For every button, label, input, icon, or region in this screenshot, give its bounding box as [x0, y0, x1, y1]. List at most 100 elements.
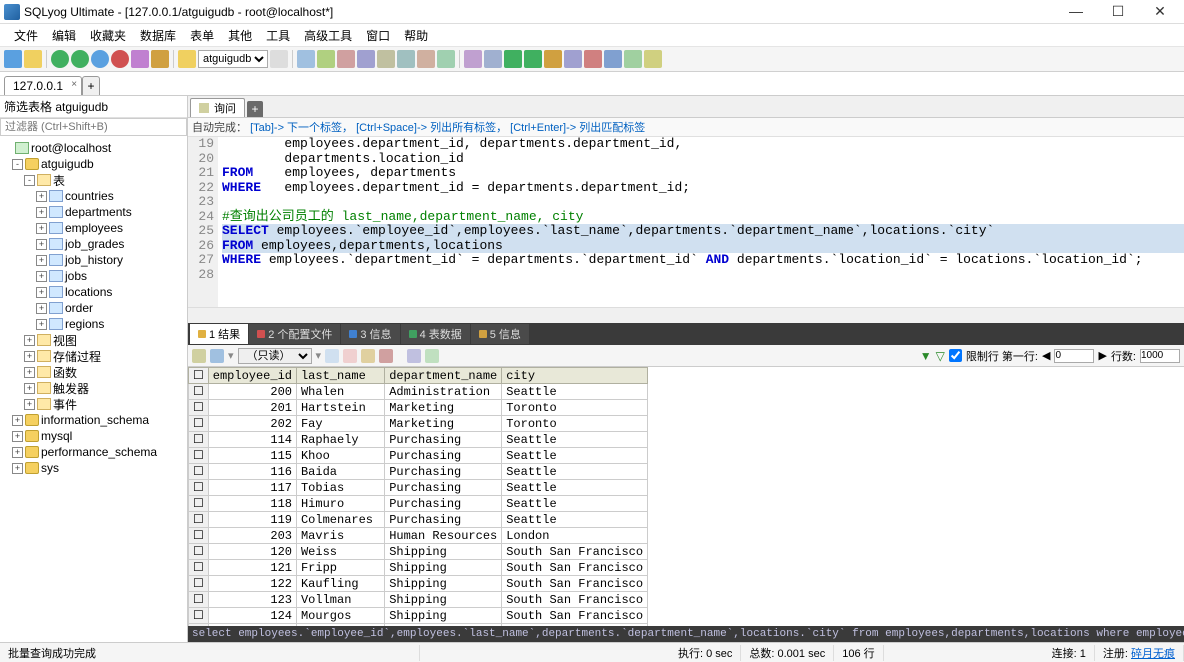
cell[interactable]: 116: [208, 464, 296, 480]
cell[interactable]: South San Francisco: [502, 608, 648, 624]
execute-icon[interactable]: [51, 50, 69, 68]
cell[interactable]: Himuro: [296, 496, 384, 512]
menu-帮助[interactable]: 帮助: [404, 27, 428, 44]
cell[interactable]: Hartstein: [296, 400, 384, 416]
cell[interactable]: Marketing: [385, 400, 502, 416]
tree-folder-存储过程[interactable]: +存储过程: [0, 348, 187, 364]
cell[interactable]: Seattle: [502, 512, 648, 528]
menu-窗口[interactable]: 窗口: [366, 27, 390, 44]
row-checkbox[interactable]: ☐: [189, 528, 209, 544]
tool-icon-16[interactable]: [564, 50, 582, 68]
filter-clear-icon[interactable]: ▽: [936, 349, 945, 363]
registration-link[interactable]: 碎月无痕: [1131, 648, 1175, 660]
tree-table-regions[interactable]: +regions: [0, 316, 187, 332]
tool-icon-19[interactable]: [624, 50, 642, 68]
expand-icon[interactable]: +: [36, 319, 47, 330]
row-checkbox[interactable]: ☐: [189, 560, 209, 576]
table-row[interactable]: ☐118HimuroPurchasingSeattle: [189, 496, 648, 512]
tool-icon-2[interactable]: [151, 50, 169, 68]
cell[interactable]: 124: [208, 608, 296, 624]
result-tab[interactable]: 1 结果: [190, 324, 248, 344]
cell[interactable]: South San Francisco: [502, 592, 648, 608]
minimize-button[interactable]: —: [1064, 3, 1088, 20]
table-row[interactable]: ☐120WeissShippingSouth San Francisco: [189, 544, 648, 560]
add-query-tab[interactable]: +: [247, 101, 263, 117]
first-row-input[interactable]: [1054, 349, 1094, 363]
tree-folder-视图[interactable]: +视图: [0, 332, 187, 348]
tree-db-information_schema[interactable]: +information_schema: [0, 412, 187, 428]
row-checkbox[interactable]: ☐: [189, 576, 209, 592]
table-row[interactable]: ☐124MourgosShippingSouth San Francisco: [189, 608, 648, 624]
cell[interactable]: Seattle: [502, 496, 648, 512]
execute-all-icon[interactable]: [71, 50, 89, 68]
connection-tab[interactable]: 127.0.0.1 ×: [4, 76, 82, 95]
column-header[interactable]: department_name: [385, 368, 502, 384]
cell[interactable]: Administration: [385, 384, 502, 400]
readonly-selector[interactable]: （只读）: [238, 348, 312, 364]
menu-编辑[interactable]: 编辑: [52, 27, 76, 44]
tree-folder-函数[interactable]: +函数: [0, 364, 187, 380]
cell[interactable]: 117: [208, 480, 296, 496]
tree-folder-触发器[interactable]: +触发器: [0, 380, 187, 396]
cell[interactable]: Shipping: [385, 576, 502, 592]
tool-icon-12[interactable]: [484, 50, 502, 68]
column-header[interactable]: last_name: [296, 368, 384, 384]
cell[interactable]: Fripp: [296, 560, 384, 576]
add-connection-tab[interactable]: +: [82, 76, 100, 95]
tool-icon-8[interactable]: [397, 50, 415, 68]
delete-icon[interactable]: [379, 349, 393, 363]
cell[interactable]: Seattle: [502, 432, 648, 448]
table-row[interactable]: ☐201HartsteinMarketingToronto: [189, 400, 648, 416]
cell[interactable]: Purchasing: [385, 512, 502, 528]
cell[interactable]: Seattle: [502, 384, 648, 400]
table-row[interactable]: ☐122KauflingShippingSouth San Francisco: [189, 576, 648, 592]
tool-icon-3[interactable]: [297, 50, 315, 68]
cell[interactable]: Shipping: [385, 592, 502, 608]
table-row[interactable]: ☐121FrippShippingSouth San Francisco: [189, 560, 648, 576]
cell[interactable]: 202: [208, 416, 296, 432]
refresh-icon[interactable]: [91, 50, 109, 68]
rows-input[interactable]: [1140, 349, 1180, 363]
cell[interactable]: Purchasing: [385, 496, 502, 512]
cell[interactable]: Tobias: [296, 480, 384, 496]
tool-icon-5[interactable]: [337, 50, 355, 68]
tree-table-job_grades[interactable]: +job_grades: [0, 236, 187, 252]
cell[interactable]: Raphaely: [296, 432, 384, 448]
menu-工具[interactable]: 工具: [266, 27, 290, 44]
expand-icon[interactable]: +: [24, 351, 35, 362]
expand-icon[interactable]: +: [24, 367, 35, 378]
cell[interactable]: 121: [208, 560, 296, 576]
grid-icon[interactable]: [192, 349, 206, 363]
row-checkbox[interactable]: ☐: [189, 416, 209, 432]
cell[interactable]: London: [502, 528, 648, 544]
result-grid[interactable]: ☐employee_idlast_namedepartment_namecity…: [188, 367, 648, 626]
expand-icon[interactable]: +: [36, 239, 47, 250]
table-row[interactable]: ☐116BaidaPurchasingSeattle: [189, 464, 648, 480]
row-checkbox[interactable]: ☐: [189, 512, 209, 528]
tool-icon-11[interactable]: [464, 50, 482, 68]
db-icon[interactable]: [178, 50, 196, 68]
close-tab-icon[interactable]: ×: [71, 79, 77, 90]
tree-table-job_history[interactable]: +job_history: [0, 252, 187, 268]
cell[interactable]: Purchasing: [385, 432, 502, 448]
first-row-next[interactable]: ▶: [1098, 349, 1106, 362]
expand-icon[interactable]: +: [12, 463, 23, 474]
row-checkbox[interactable]: ☐: [189, 496, 209, 512]
row-checkbox[interactable]: ☐: [189, 464, 209, 480]
result-grid-wrap[interactable]: ☐employee_idlast_namedepartment_namecity…: [188, 367, 1184, 626]
cell[interactable]: 200: [208, 384, 296, 400]
dropdown-icon[interactable]: [270, 50, 288, 68]
tool-icon[interactable]: [131, 50, 149, 68]
expand-icon[interactable]: +: [36, 287, 47, 298]
tree-db-performance_schema[interactable]: +performance_schema: [0, 444, 187, 460]
cell[interactable]: 118: [208, 496, 296, 512]
menu-其他[interactable]: 其他: [228, 27, 252, 44]
tree-table-employees[interactable]: +employees: [0, 220, 187, 236]
expand-icon[interactable]: +: [36, 303, 47, 314]
menu-数据库[interactable]: 数据库: [140, 27, 176, 44]
export-icon[interactable]: [325, 349, 339, 363]
cell[interactable]: Seattle: [502, 448, 648, 464]
cell[interactable]: Purchasing: [385, 464, 502, 480]
cell[interactable]: Marketing: [385, 416, 502, 432]
expand-icon[interactable]: -: [24, 175, 35, 186]
